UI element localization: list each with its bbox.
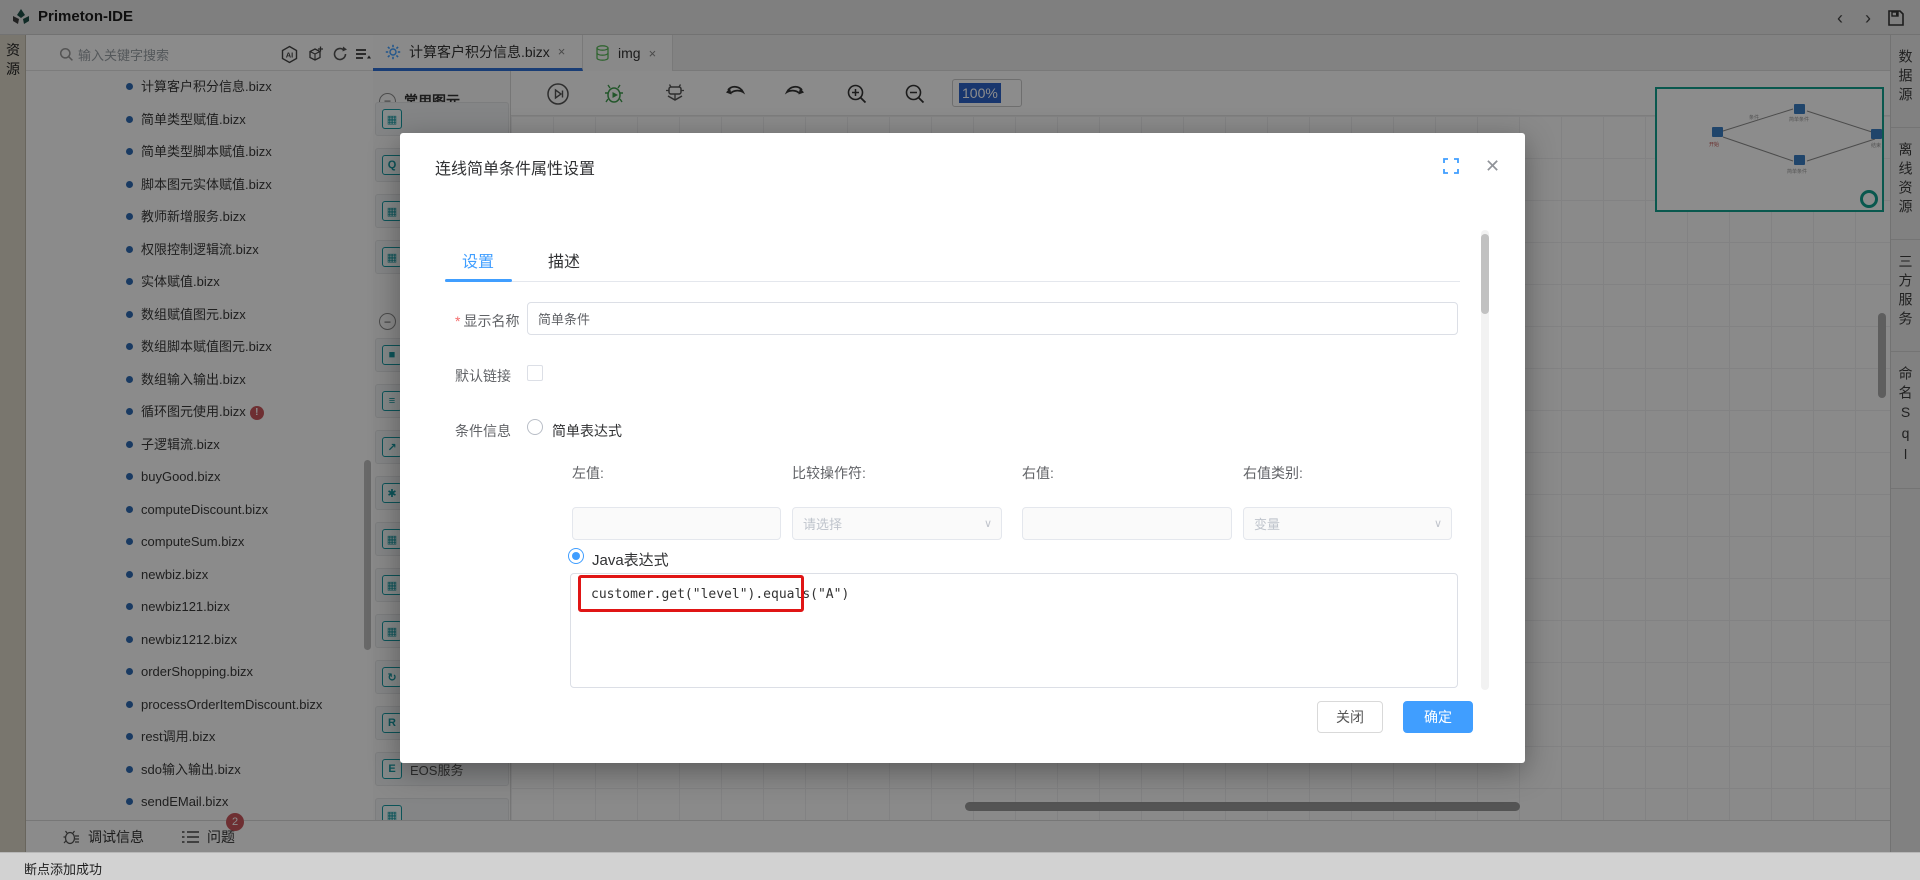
display-name-label: *显示名称: [455, 311, 519, 331]
java-expression-label: Java表达式: [592, 549, 669, 570]
required-marker: *: [455, 313, 460, 329]
dialog-tab-settings[interactable]: 设置: [462, 248, 494, 272]
col-operator: 比较操作符:: [792, 463, 866, 483]
fullscreen-icon[interactable]: [1443, 158, 1459, 174]
java-expression-radio[interactable]: [568, 548, 584, 564]
simple-expression-label: 简单表达式: [552, 421, 622, 441]
ok-button[interactable]: 确定: [1403, 701, 1473, 733]
chevron-down-icon: ∨: [984, 517, 992, 530]
dialog-tab-description[interactable]: 描述: [548, 248, 580, 272]
display-name-input[interactable]: 简单条件: [527, 302, 1458, 335]
default-link-checkbox[interactable]: [527, 365, 543, 381]
col-left-value: 左值:: [572, 463, 604, 483]
edge-condition-dialog: 连线简单条件属性设置 ✕ 设置 描述 *显示名称 简单条件 默认链接 条件信息 …: [400, 133, 1525, 763]
left-value-input[interactable]: [572, 507, 781, 540]
status-message: 断点添加成功: [24, 859, 102, 878]
right-type-placeholder: 变量: [1254, 514, 1280, 533]
simple-expression-radio[interactable]: [527, 419, 543, 435]
col-right-value: 右值:: [1022, 463, 1054, 483]
default-link-label: 默认链接: [455, 366, 511, 386]
status-bar: 断点添加成功: [0, 852, 1920, 880]
col-right-type: 右值类别:: [1243, 463, 1303, 483]
dialog-scrollbar-track: [1481, 230, 1489, 690]
chevron-down-icon: ∨: [1434, 517, 1442, 530]
right-value-input[interactable]: [1022, 507, 1232, 540]
condition-info-label: 条件信息: [455, 421, 511, 441]
operator-placeholder: 请选择: [803, 514, 842, 533]
application-window: Primeton-IDE ‹ › 资源 输入关键字搜索 AI A文: [0, 0, 1920, 880]
active-tab-underline: [445, 279, 512, 282]
close-button[interactable]: 关闭: [1317, 701, 1383, 733]
java-expression-textarea[interactable]: customer.get("level").equals("A"): [570, 573, 1458, 688]
right-type-select[interactable]: 变量 ∨: [1243, 507, 1452, 540]
dialog-scrollbar-thumb[interactable]: [1481, 234, 1489, 314]
display-name-value: 简单条件: [538, 309, 590, 328]
close-icon[interactable]: ✕: [1485, 156, 1500, 177]
operator-select[interactable]: 请选择 ∨: [792, 507, 1002, 540]
dialog-title: 连线简单条件属性设置: [435, 155, 595, 179]
red-annotation-box: [578, 575, 804, 612]
tab-divider: [445, 281, 1460, 282]
